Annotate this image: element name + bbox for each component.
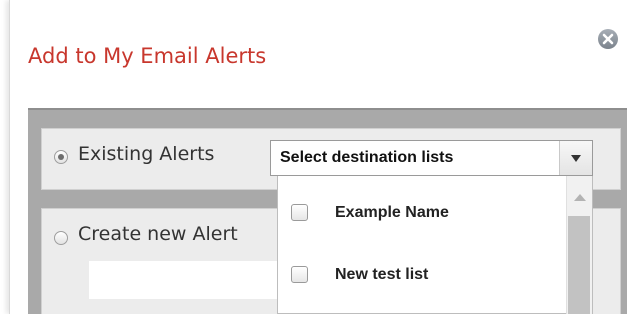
email-alerts-dialog: Add to My Email Alerts Existing Alerts C… [9, 0, 627, 314]
list-option-checkbox[interactable] [291, 266, 308, 283]
select-placeholder-text: Select destination lists [280, 149, 454, 166]
list-option-checkbox[interactable] [291, 204, 308, 221]
scroll-up-arrow-icon[interactable] [574, 194, 586, 201]
create-new-alert-radio[interactable] [54, 231, 68, 245]
create-new-alert-label[interactable]: Create new Alert [78, 223, 238, 245]
list-option[interactable]: New test list [278, 244, 566, 304]
list-option-label[interactable]: Example Name [335, 204, 449, 222]
select-toggle-button[interactable] [559, 141, 592, 175]
triangle-down-icon [571, 154, 581, 162]
list-option[interactable]: Example Name [278, 182, 566, 242]
dropdown-scrollbar[interactable] [566, 176, 592, 314]
close-circle-icon [598, 29, 618, 49]
close-button[interactable] [596, 27, 620, 51]
scrollbar-thumb[interactable] [568, 216, 590, 314]
existing-alerts-label[interactable]: Existing Alerts [78, 143, 214, 165]
list-option-label[interactable]: New test list [335, 266, 428, 284]
destination-lists-select[interactable]: Select destination lists [270, 140, 593, 176]
existing-alerts-radio[interactable] [54, 150, 68, 164]
destination-lists-dropdown: Example Name New test list [277, 176, 593, 314]
dialog-title: Add to My Email Alerts [28, 44, 267, 68]
